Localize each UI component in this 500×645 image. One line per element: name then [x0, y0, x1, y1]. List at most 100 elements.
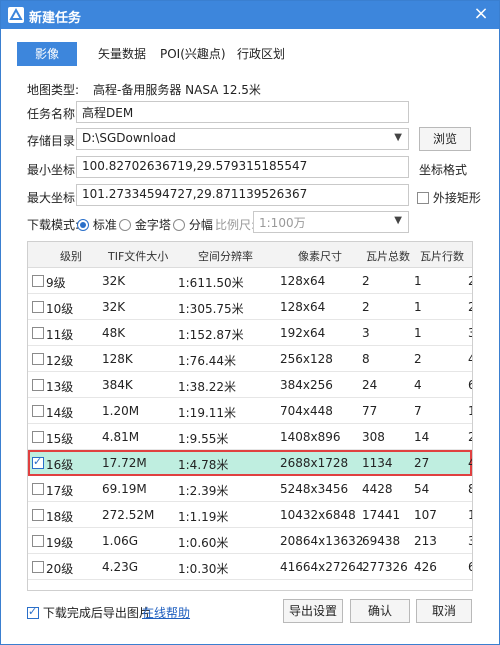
- row-checkbox[interactable]: [32, 327, 44, 339]
- cell-pixel-size: 192x64: [280, 326, 326, 340]
- row-checkbox[interactable]: [32, 483, 44, 495]
- cell-level: 16级: [46, 458, 74, 472]
- header-pixel-size[interactable]: 像素尺寸: [298, 248, 342, 264]
- min-coord-field[interactable]: 100.82702636719,29.579315185547: [76, 156, 409, 178]
- scale-value: 1:100万: [259, 216, 306, 230]
- cell-tif-size: 128K: [102, 352, 133, 366]
- cell-tile-total: 24: [362, 378, 378, 392]
- tab-imagery[interactable]: 影像: [17, 42, 77, 66]
- max-coord-field[interactable]: 101.27334594727,29.871139526367: [76, 184, 409, 206]
- cell-tile-total: 277326: [362, 560, 408, 574]
- table-row[interactable]: 15级 4.81M 1:9.55米 1408x896 308 14 2: [28, 424, 472, 450]
- cell-resolution: 1:76.44米: [178, 354, 237, 368]
- header-tile-rows[interactable]: 瓦片行数: [420, 248, 464, 264]
- mode-standard-option[interactable]: 标准: [77, 216, 117, 233]
- cell-tif-size: 1.20M: [102, 404, 140, 418]
- cell-pixel-size: 704x448: [280, 404, 333, 418]
- max-coord-label: 最大坐标:: [27, 191, 80, 205]
- table-row[interactable]: 17级 69.19M 1:2.39米 5248x3456 4428 54 8: [28, 476, 472, 502]
- mode-tile-radio[interactable]: [173, 219, 185, 231]
- header-resolution[interactable]: 空间分辨率: [198, 248, 253, 264]
- table-row[interactable]: 13级 384K 1:38.22米 384x256 24 4 6: [28, 372, 472, 398]
- table-row[interactable]: 10级 32K 1:305.75米 128x64 2 1 2: [28, 294, 472, 320]
- cell-tile-rows: 107: [414, 508, 437, 522]
- cell-tile-total: 2: [362, 300, 370, 314]
- row-checkbox[interactable]: [32, 535, 44, 547]
- cell-resolution: 1:19.11米: [178, 406, 237, 420]
- task-name-label: 任务名称:: [27, 107, 80, 121]
- storage-dir-select[interactable]: D:\SGDownload ▼: [76, 128, 409, 150]
- window-title: 新建任务: [29, 11, 82, 26]
- outer-rect-checkbox[interactable]: [417, 192, 429, 204]
- table-row[interactable]: 19级 1.06G 1:0.60米 20864x1363269438 213 3: [28, 528, 472, 554]
- ok-button[interactable]: 确认: [350, 599, 410, 623]
- outer-rect-option[interactable]: 外接矩形: [417, 189, 481, 206]
- row-checkbox[interactable]: [32, 561, 44, 573]
- cell-resolution: 1:1.19米: [178, 510, 229, 524]
- cell-tile-total: 4428: [362, 482, 393, 496]
- close-button[interactable]: ×: [471, 4, 491, 24]
- row-checkbox[interactable]: [32, 301, 44, 313]
- cell-resolution: 1:2.39米: [178, 484, 229, 498]
- export-settings-button[interactable]: 导出设置: [283, 599, 343, 623]
- cell-tile-cols: 1: [468, 508, 472, 522]
- row-checkbox[interactable]: [32, 431, 44, 443]
- scale-select[interactable]: 1:100万 ▼: [253, 211, 409, 233]
- table-row[interactable]: 12级 128K 1:76.44米 256x128 8 2 4: [28, 346, 472, 372]
- row-checkbox[interactable]: [32, 509, 44, 521]
- cell-tile-rows: 1: [414, 300, 422, 314]
- cell-level: 18级: [46, 510, 74, 524]
- storage-dir-label: 存储目录:: [27, 134, 80, 148]
- table-row[interactable]: 16级 17.72M 1:4.78米 2688x1728 1134 27 4: [28, 450, 472, 476]
- cell-level: 10级: [46, 302, 74, 316]
- row-checkbox[interactable]: [32, 275, 44, 287]
- table-row[interactable]: 11级 48K 1:152.87米 192x64 3 1 3: [28, 320, 472, 346]
- table-row[interactable]: 14级1.20M1:19.11米704x4487771: [28, 398, 472, 424]
- cell-resolution: 1:0.30米: [178, 562, 229, 576]
- cell-pixel-size: 1408x896: [280, 430, 341, 444]
- cell-tile-cols: 2: [468, 300, 472, 314]
- cancel-button[interactable]: 取消: [416, 599, 472, 623]
- min-coord-value: 100.82702636719,29.579315185547: [82, 159, 308, 173]
- tab-poi[interactable]: POI(兴趣点): [160, 42, 226, 66]
- cell-level: 15级: [46, 432, 74, 446]
- export-after-download-label: 下载完成后导出图片: [42, 606, 151, 620]
- cell-tif-size: 384K: [102, 378, 133, 392]
- row-checkbox[interactable]: [32, 379, 44, 391]
- cell-level: 11级: [46, 328, 74, 342]
- export-after-download-option[interactable]: 下载完成后导出图片: [27, 604, 151, 621]
- cell-tif-size: 1.06G: [102, 534, 139, 548]
- cell-pixel-size: 128x64: [280, 274, 326, 288]
- mode-tile-option[interactable]: 分幅: [173, 216, 213, 233]
- online-help-link[interactable]: 在线帮助: [142, 604, 190, 621]
- header-tile-total[interactable]: 瓦片总数: [366, 248, 410, 264]
- export-after-download-checkbox[interactable]: [27, 605, 39, 619]
- cell-level: 20级: [46, 562, 74, 576]
- tab-admin-division[interactable]: 行政区划: [237, 42, 285, 66]
- title-bar[interactable]: 新建任务 ×: [1, 1, 499, 29]
- table-row[interactable]: 9级 32K 1:611.50米 128x64 2 1 2: [28, 268, 472, 294]
- mode-pyramid-radio[interactable]: [119, 219, 131, 231]
- level-table[interactable]: 级别 TIF文件大小 空间分辨率 像素尺寸 瓦片总数 瓦片行数 9级 32K 1:6…: [27, 241, 473, 591]
- map-type-value: 高程-备用服务器 NASA 12.5米: [93, 83, 261, 97]
- cell-resolution: 1:0.60米: [178, 536, 229, 550]
- browse-button[interactable]: 浏览: [419, 127, 471, 151]
- cell-tile-total: 8: [362, 352, 370, 366]
- table-row[interactable]: 20级 4.23G 1:0.30米 41664x27264277326 426 6: [28, 554, 472, 580]
- cell-tile-rows: 1: [414, 326, 422, 340]
- tab-vector-data[interactable]: 矢量数据: [98, 42, 146, 66]
- task-name-field[interactable]: 高程DEM: [76, 101, 409, 123]
- row-checkbox[interactable]: [32, 455, 44, 469]
- cell-resolution: 1:611.50米: [178, 276, 244, 290]
- row-checkbox[interactable]: [32, 405, 44, 417]
- header-level[interactable]: 级别: [60, 248, 82, 264]
- mode-standard-radio[interactable]: [77, 219, 89, 231]
- cell-pixel-size: 128x64: [280, 300, 326, 314]
- mode-pyramid-option[interactable]: 金字塔: [119, 216, 171, 233]
- header-tif-size[interactable]: TIF文件大小: [108, 248, 168, 264]
- cell-tile-cols: 6: [468, 378, 472, 392]
- cell-tile-rows: 426: [414, 560, 437, 574]
- cell-tif-size: 17.72M: [102, 456, 147, 470]
- row-checkbox[interactable]: [32, 353, 44, 365]
- table-row[interactable]: 18级 272.52M 1:1.19米 10432x6848 17441 107 1: [28, 502, 472, 528]
